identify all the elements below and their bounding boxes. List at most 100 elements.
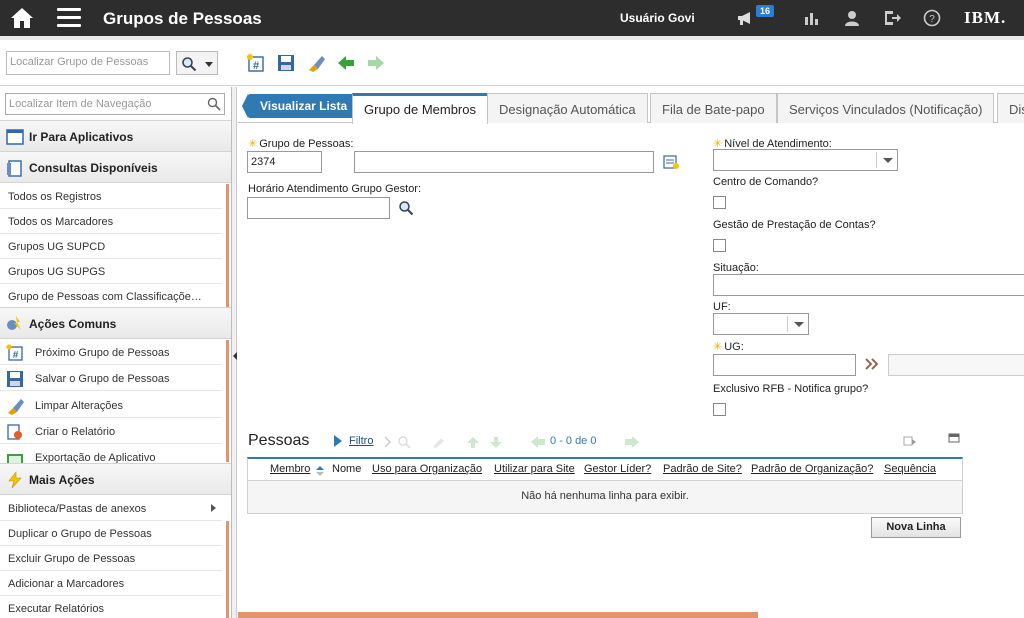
download-icon[interactable]	[903, 435, 917, 447]
search-input[interactable]: Localizar Grupo de Pessoas	[6, 51, 170, 75]
nav-section-more[interactable]: Mais Ações	[0, 463, 231, 495]
lookup-icon[interactable]	[398, 200, 414, 216]
rfb-label: Exclusivo RFB - Notifica grupo?	[713, 383, 869, 395]
schedule-field[interactable]	[247, 197, 390, 219]
nav-action-label: Próximo Grupo de Pessoas	[35, 347, 170, 359]
nav-action-next-group[interactable]: # Próximo Grupo de Pessoas	[0, 340, 222, 365]
chevron-right-icon	[211, 504, 216, 512]
previous-page-icon[interactable]	[530, 435, 546, 449]
group-description-field[interactable]	[354, 151, 654, 173]
megaphone-icon[interactable]	[736, 9, 754, 27]
pager-text: 0 - 0 de 0	[550, 435, 597, 447]
service-level-select[interactable]	[713, 149, 898, 171]
nav-action-label: Criar o Relatório	[35, 426, 116, 438]
command-center-checkbox[interactable]	[713, 196, 726, 209]
user-name[interactable]: Usuário Govi	[620, 11, 695, 25]
ug-field[interactable]	[713, 354, 856, 376]
toolbar: Localizar Grupo de Pessoas #	[0, 36, 1024, 86]
nav-query-all-bookmarks[interactable]: Todos os Marcadores	[0, 209, 222, 234]
nav-more-duplicate[interactable]: Duplicar o Grupo de Pessoas	[0, 521, 222, 546]
previous-arrow-icon[interactable]	[336, 53, 356, 73]
new-record-icon[interactable]: #	[246, 53, 266, 73]
home-icon[interactable]	[10, 7, 34, 29]
nav-query-supgs[interactable]: Grupos UG SUPGS	[0, 259, 222, 284]
nav-query-classifications[interactable]: Grupo de Pessoas com Classificaçõe…	[0, 284, 222, 309]
nav-action-save-group[interactable]: Salvar o Grupo de Pessoas	[0, 366, 222, 391]
clear-changes-icon[interactable]	[306, 53, 326, 73]
nav-search-input[interactable]: Localizar Item de Navegação	[5, 93, 225, 115]
svg-text:#: #	[253, 60, 259, 72]
tab-more[interactable]: Dis	[997, 93, 1024, 123]
scroll-indicator[interactable]	[226, 184, 229, 309]
new-record-icon: #	[6, 344, 23, 361]
query-list-icon	[7, 160, 22, 177]
column-name[interactable]: Nome	[332, 463, 361, 475]
rfb-checkbox[interactable]	[713, 403, 726, 416]
svg-text:?: ?	[929, 14, 935, 25]
column-org-default[interactable]: Padrão de Organização?	[751, 463, 873, 475]
accountability-label: Gestão de Prestação de Contas?	[713, 219, 876, 231]
nav-section-queries[interactable]: Consultas Disponíveis	[0, 151, 231, 183]
nav-section-common[interactable]: Ações Comuns	[0, 307, 231, 339]
nav-search-placeholder: Localizar Item de Navegação	[9, 98, 152, 110]
long-description-icon[interactable]	[662, 153, 680, 171]
uf-label: UF:	[713, 301, 731, 313]
nav-more-add-bookmarks[interactable]: Adicionar a Marcadores	[0, 571, 222, 596]
nav-more-attachments[interactable]: Biblioteca/Pastas de anexos	[0, 496, 222, 521]
save-icon[interactable]	[276, 53, 296, 73]
column-member[interactable]: Membro	[270, 463, 310, 475]
lightning-icon	[8, 471, 22, 489]
next-arrow-icon[interactable]	[366, 53, 386, 73]
filter-triangle-icon[interactable]	[333, 434, 343, 448]
uf-select[interactable]	[713, 313, 809, 335]
user-profile-icon[interactable]	[843, 9, 861, 27]
help-icon[interactable]: ?	[923, 9, 941, 27]
svg-text:#: #	[13, 350, 19, 361]
group-id-field[interactable]: 2374	[247, 151, 322, 173]
nav-more-delete[interactable]: Excluir Grupo de Pessoas	[0, 546, 222, 571]
filter-link[interactable]: Filtro	[349, 435, 373, 447]
accountability-checkbox[interactable]	[713, 239, 726, 252]
tab-bar: Visualizar Lista Grupo de Membros Design…	[238, 91, 1024, 124]
navigation-panel: Localizar Item de Navegação Ir Para Apli…	[0, 87, 232, 618]
bar-chart-icon[interactable]	[803, 9, 821, 27]
horizontal-scrollbar[interactable]	[238, 612, 758, 618]
tab-chat-queue[interactable]: Fila de Bate-papo	[650, 93, 777, 123]
status-field[interactable]	[713, 274, 1024, 296]
tab-auto-assignment[interactable]: Designação Automática	[487, 93, 648, 123]
search-icon[interactable]	[207, 97, 221, 111]
scroll-indicator[interactable]	[226, 521, 229, 618]
column-org-use[interactable]: Uso para Organização	[372, 463, 482, 475]
notification-badge[interactable]: 16	[756, 5, 775, 17]
nav-action-create-report[interactable]: Criar o Relatório	[0, 419, 222, 444]
panel-splitter[interactable]	[232, 87, 237, 618]
logout-icon[interactable]	[883, 9, 901, 27]
group-label-text: Grupo de Pessoas:	[259, 138, 354, 150]
tab-members[interactable]: Grupo de Membros	[352, 93, 488, 124]
menu-icon[interactable]	[57, 8, 81, 28]
nav-query-supcd[interactable]: Grupos UG SUPCD	[0, 234, 222, 259]
column-site-default[interactable]: Padrão de Site?	[663, 463, 742, 475]
search-button[interactable]	[176, 51, 218, 75]
collapse-arrow-icon[interactable]	[233, 352, 237, 360]
sort-icon[interactable]	[316, 466, 324, 476]
column-site-use[interactable]: Utilizar para Site	[494, 463, 575, 475]
clear-changes-icon	[8, 399, 24, 415]
table-tool-icons	[384, 436, 502, 449]
nav-more-label: Biblioteca/Pastas de anexos	[8, 503, 147, 515]
nav-section-label: Mais Ações	[29, 473, 95, 487]
nav-more-run-reports[interactable]: Executar Relatórios	[0, 596, 222, 618]
nav-action-clear-changes[interactable]: Limpar Alterações	[0, 393, 222, 418]
view-list-button[interactable]: Visualizar Lista	[241, 94, 356, 118]
chevron-down-icon	[205, 62, 213, 67]
next-page-icon[interactable]	[624, 435, 640, 449]
collapse-section-icon[interactable]	[948, 433, 960, 443]
column-sequence[interactable]: Sequência	[884, 463, 936, 475]
nav-section-goto[interactable]: Ir Para Aplicativos	[0, 120, 231, 152]
column-leader[interactable]: Gestor Líder?	[584, 463, 651, 475]
new-row-button[interactable]: Nova Linha	[871, 517, 961, 538]
tab-linked-services[interactable]: Serviços Vinculados (Notificação)	[777, 93, 995, 123]
scroll-indicator[interactable]	[226, 340, 229, 462]
nav-query-all-records[interactable]: Todos os Registros	[0, 184, 222, 209]
double-chevron-right-icon[interactable]	[865, 357, 879, 371]
